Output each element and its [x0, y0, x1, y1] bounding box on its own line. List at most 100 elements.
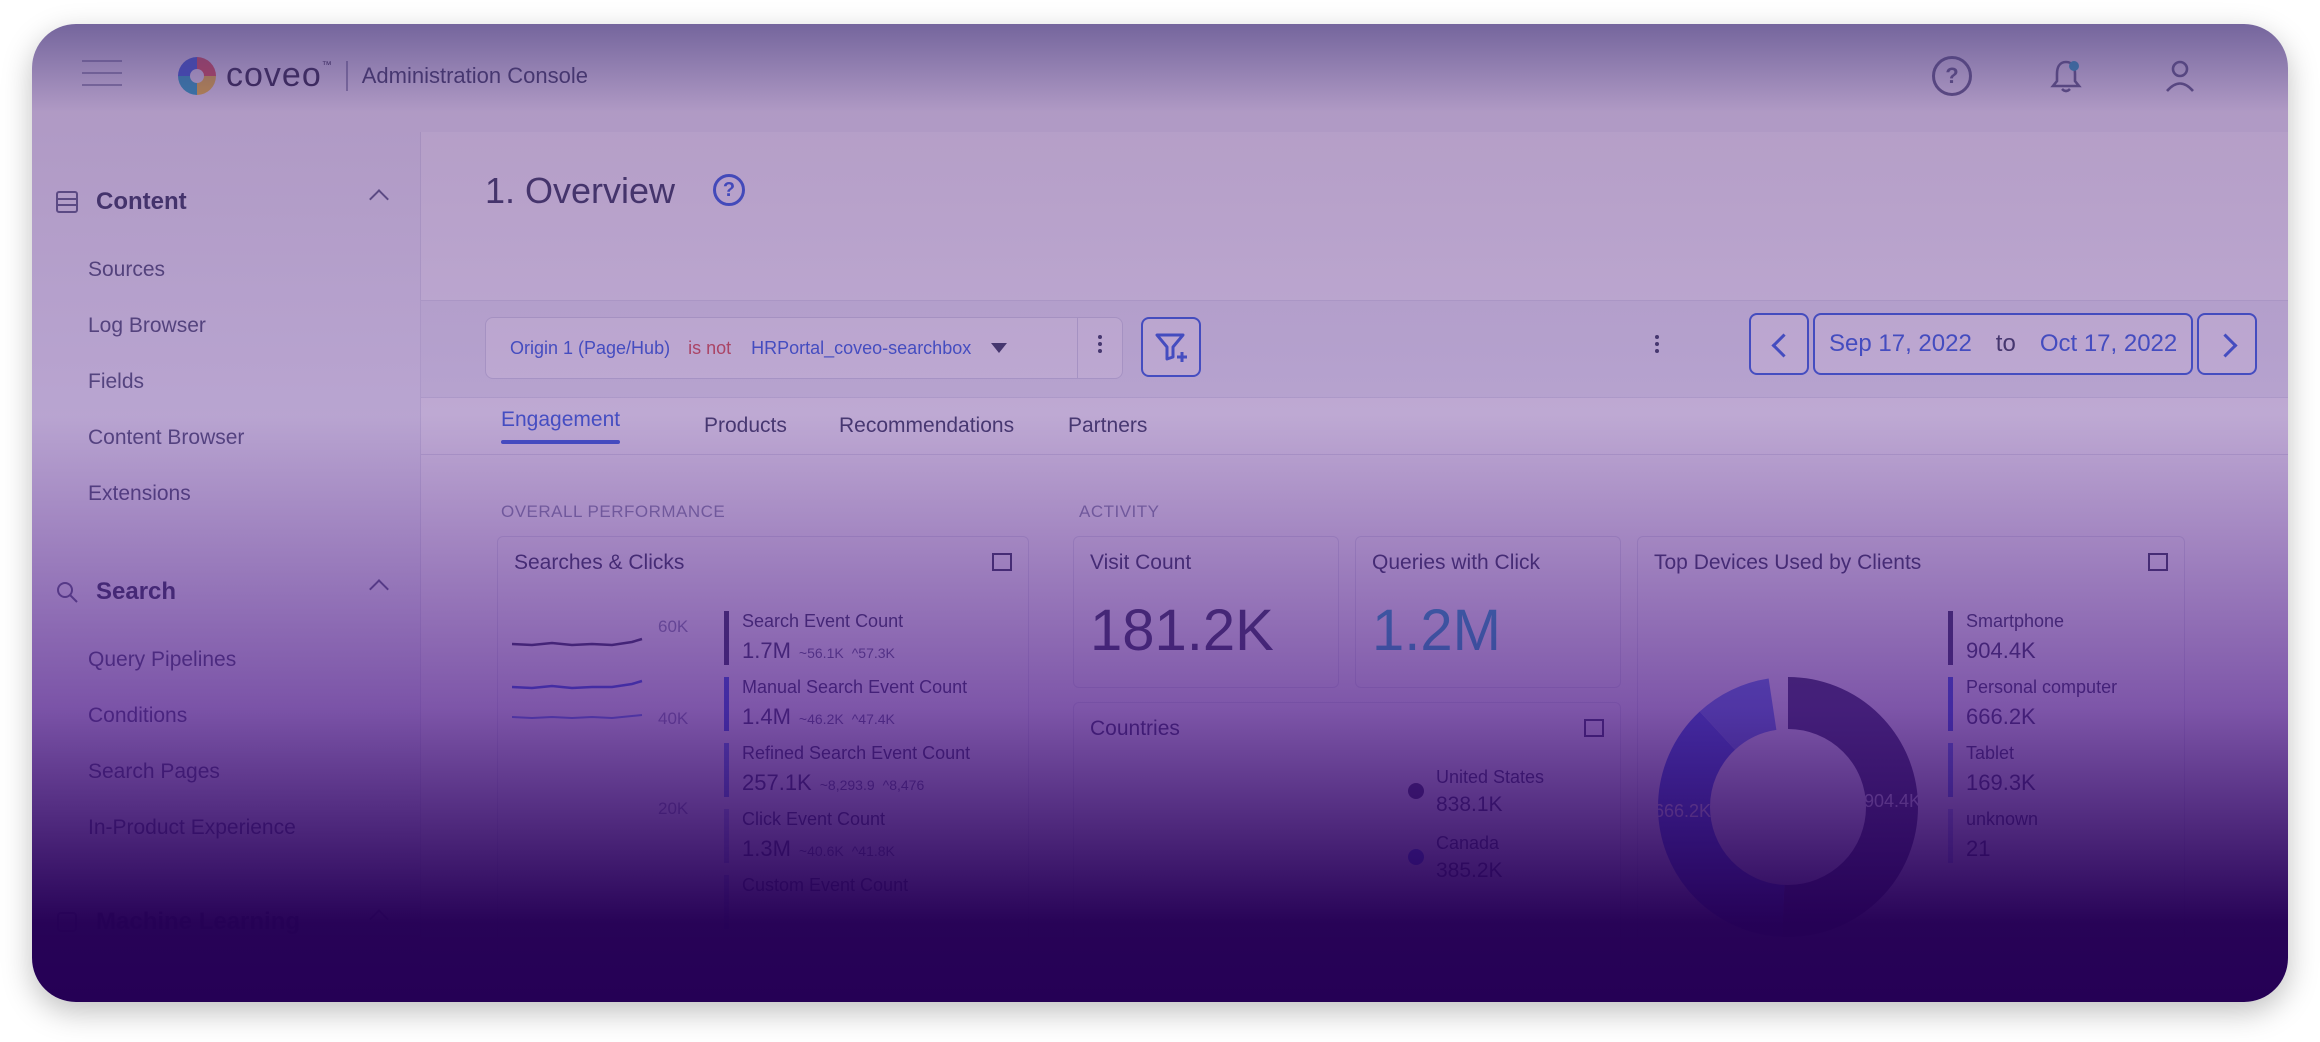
machine-learning-icon — [57, 912, 77, 932]
searches-sparkline — [512, 637, 643, 720]
device-legend-item: unknown 21 — [1948, 809, 2038, 863]
chart-options-icon[interactable] — [1584, 719, 1604, 737]
chevron-up-icon[interactable] — [369, 909, 389, 929]
coveo-logo[interactable]: coveo ™ Administration Console — [178, 56, 588, 95]
legend-value: 257.1K — [742, 770, 812, 795]
tab-partners[interactable]: Partners — [1068, 414, 1147, 438]
legend-max: ^41.8K — [851, 843, 895, 859]
legend-item: Custom Event Count — [724, 875, 982, 929]
date-range-field[interactable]: Sep 17, 2022 to Oct 17, 2022 — [1813, 313, 2194, 375]
menu-icon[interactable] — [82, 60, 122, 90]
filter-pill[interactable]: Origin 1 (Page/Hub) is not HRPortal_cove… — [485, 317, 1123, 379]
app-window: coveo ™ Administration Console ? Content… — [32, 24, 2288, 1002]
device-legend-item: Smartphone 904.4K — [1948, 611, 2064, 665]
legend-min: ~40.6K — [798, 843, 844, 859]
country-value: 385.2K — [1436, 859, 1503, 882]
coveo-logo-icon — [178, 56, 216, 95]
sidebar-item-extensions[interactable]: Extensions — [88, 482, 191, 506]
sidebar-section-search[interactable]: Search — [56, 572, 396, 612]
legend-max-value: 47.4K — [858, 711, 895, 727]
searches-clicks-card: Searches & Clicks 60K 40K 20K Search Eve… — [497, 536, 1029, 1002]
donut-label: 666.2K — [1654, 801, 1712, 821]
y-axis-tick: 40K — [658, 709, 689, 728]
visit-count-value: 181.2K — [1090, 598, 1274, 663]
previous-period-button[interactable] — [1749, 313, 1809, 375]
legend-label: Refined Search Event Count — [742, 743, 971, 763]
card-title: Top Devices Used by Clients — [1654, 551, 1922, 574]
more-vertical-icon — [1098, 335, 1102, 339]
card-title: Countries — [1090, 717, 1180, 740]
sidebar-section-title: Content — [96, 188, 187, 215]
chart-options-icon[interactable] — [992, 553, 1012, 571]
chevron-right-icon — [2213, 333, 2238, 358]
sidebar-section-content[interactable]: Content — [56, 182, 396, 222]
card-title: Visit Count — [1090, 551, 1192, 574]
countries-card: Countries United States 838.1K Canada 38… — [1073, 702, 1621, 1002]
tab-engagement[interactable]: Engagement — [501, 408, 621, 444]
legend-min-value: 46.2K — [807, 711, 844, 727]
tab-recommendations[interactable]: Recommendations — [839, 414, 1014, 438]
filter-operator: is not — [688, 337, 732, 358]
sidebar-item-log-browser[interactable]: Log Browser — [88, 314, 206, 338]
legend-max-value: 8,476 — [889, 777, 925, 793]
overall-performance-heading: OVERALL PERFORMANCE — [501, 502, 726, 521]
legend-item: Refined Search Event Count 257.1K ~8,293.… — [724, 743, 982, 797]
sidebar-item-conditions[interactable]: Conditions — [88, 704, 187, 728]
sidebar-item-query-pipelines[interactable]: Query Pipelines — [88, 648, 236, 672]
help-icon[interactable]: ? — [713, 174, 745, 206]
add-filter-button[interactable] — [1141, 317, 1201, 377]
legend-label: Personal computer — [1966, 677, 2118, 697]
date-range-picker: Sep 17, 2022 to Oct 17, 2022 — [1749, 313, 2258, 375]
legend-value: 1.3M — [742, 836, 791, 861]
device-legend-item: Tablet 169.3K — [1948, 743, 2036, 797]
caret-down-icon[interactable] — [991, 343, 1008, 353]
legend-label: Search Event Count — [742, 611, 904, 631]
legend-min: ~46.2K — [798, 711, 844, 727]
more-options-icon[interactable] — [1655, 335, 1659, 339]
legend-min-value: 56.1K — [807, 645, 844, 661]
tab-label: Engagement — [501, 408, 621, 431]
next-period-button[interactable] — [2197, 313, 2258, 375]
filter-options-button[interactable] — [1077, 318, 1122, 378]
sidebar-item-sources[interactable]: Sources — [88, 258, 165, 282]
sidebar-item-content-browser[interactable]: Content Browser — [88, 426, 244, 450]
legend-label: Custom Event Count — [742, 875, 909, 895]
tab-products[interactable]: Products — [704, 414, 787, 438]
legend-max: ^57.3K — [851, 645, 895, 661]
queries-with-click-value: 1.2M — [1372, 598, 1501, 663]
legend-min-value: 8,293.9 — [827, 777, 875, 793]
filter-value: HRPortal_coveo-searchbox — [751, 337, 972, 358]
notification-bell-icon[interactable] — [2046, 56, 2086, 96]
country-name: United States — [1436, 767, 1545, 787]
legend-max: ^8,476 — [882, 777, 925, 793]
y-axis-tick: 60K — [658, 617, 689, 636]
visit-count-card: Visit Count 181.2K — [1073, 536, 1339, 688]
country-value: 838.1K — [1436, 793, 1503, 816]
card-title: Queries with Click — [1372, 551, 1541, 574]
user-icon[interactable] — [2160, 56, 2200, 96]
chart-options-icon[interactable] — [2148, 553, 2168, 571]
activity-heading: ACTIVITY — [1079, 502, 1160, 521]
date-to: Oct 17, 2022 — [2039, 330, 2178, 357]
sidebar: Content Sources Log Browser Fields Conte… — [32, 132, 421, 1002]
sidebar-item-fields[interactable]: Fields — [88, 370, 144, 394]
chevron-up-icon[interactable] — [369, 579, 389, 599]
date-from: Sep 17, 2022 — [1829, 330, 1972, 357]
brand-name: coveo — [226, 56, 322, 94]
sidebar-item-search-pages[interactable]: Search Pages — [88, 760, 220, 784]
date-to-label: to — [1995, 330, 2016, 357]
sidebar-section-title: Search — [96, 578, 177, 605]
queries-with-click-card: Queries with Click 1.2M — [1355, 536, 1621, 688]
database-icon — [56, 191, 78, 213]
legend-min-value: 40.6K — [807, 843, 844, 859]
help-icon[interactable]: ? — [1932, 56, 1972, 96]
logo-divider — [345, 60, 348, 91]
chevron-up-icon[interactable] — [369, 189, 389, 209]
legend-label: Manual Search Event Count — [742, 677, 968, 697]
legend-min: ~56.1K — [798, 645, 844, 661]
sidebar-section-machine-learning[interactable]: Machine Learning — [56, 902, 396, 942]
sidebar-item-in-product-experience[interactable]: In-Product Experience — [88, 816, 296, 840]
legend-min: ~8,293.9 — [819, 777, 875, 793]
add-filter-icon — [1155, 333, 1187, 362]
legend-value: 904.4K — [1966, 638, 2036, 663]
